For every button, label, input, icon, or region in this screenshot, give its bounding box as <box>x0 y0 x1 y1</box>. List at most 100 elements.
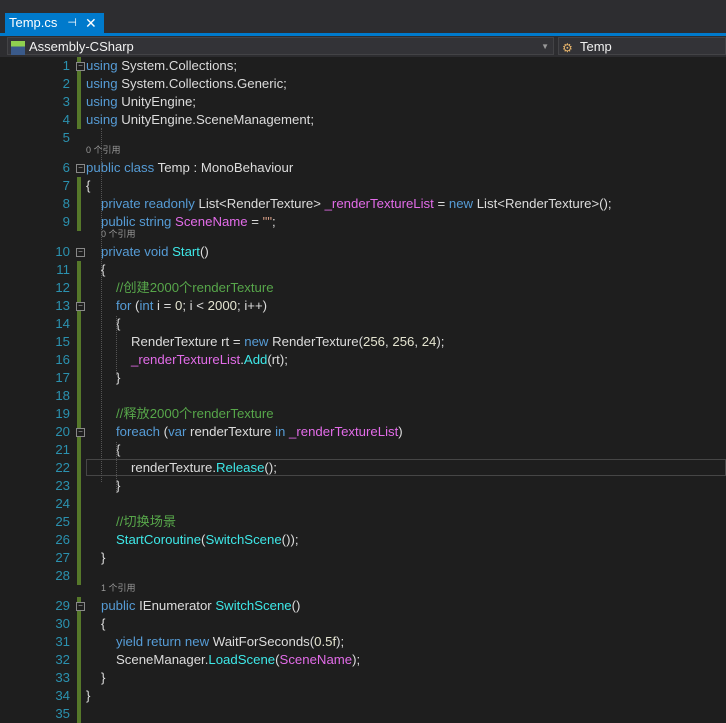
line-number: 3 <box>62 94 70 109</box>
code-token: Temp : MonoBehaviour <box>154 160 294 175</box>
code-line[interactable]: 19 //释放2000个renderTexture <box>0 405 726 423</box>
code-line[interactable]: 1− using System.Collections; <box>0 57 726 75</box>
code-token: using <box>86 76 118 91</box>
code-token: for <box>116 298 132 313</box>
line-number: 17 <box>55 370 70 385</box>
codelens-references[interactable]: 1 个引用 <box>101 582 136 594</box>
line-number: 5 <box>62 130 70 145</box>
tab-strip: Temp.cs ⊣ ✕ <box>0 13 726 33</box>
project-dropdown[interactable]: Assembly-CSharp ▼ <box>7 37 554 55</box>
change-indicator <box>77 549 81 567</box>
code-text: { <box>101 615 105 633</box>
code-line[interactable]: 26 StartCoroutine(SwitchScene()); <box>0 531 726 549</box>
code-token: renderTexture. <box>131 460 217 475</box>
code-token: public string <box>101 214 172 229</box>
line-number: 2 <box>62 76 70 91</box>
code-text: RenderTexture rt = new RenderTexture(256… <box>131 333 444 351</box>
code-token: 24 <box>421 334 437 349</box>
code-line[interactable]: 18 <box>0 387 726 405</box>
line-number: 23 <box>55 478 70 493</box>
code-line[interactable]: 20− foreach (var renderTexture in _render… <box>0 423 726 441</box>
code-line[interactable]: 10− private void Start() <box>0 243 726 261</box>
code-line[interactable]: 12 //创建2000个renderTexture <box>0 279 726 297</box>
code-text: } <box>101 669 105 687</box>
collapse-icon[interactable]: − <box>76 302 85 311</box>
code-line[interactable]: 22 renderTexture.Release(); <box>0 459 726 477</box>
pin-icon[interactable]: ⊣ <box>67 13 77 33</box>
code-line[interactable]: 15 RenderTexture rt = new RenderTexture(2… <box>0 333 726 351</box>
change-indicator <box>77 567 81 585</box>
code-line[interactable]: 11{ <box>0 261 726 279</box>
code-line[interactable]: 4 using UnityEngine.SceneManagement; <box>0 111 726 129</box>
csharp-project-icon <box>11 40 25 55</box>
code-line[interactable]: 34} <box>0 687 726 705</box>
line-number: 27 <box>55 550 70 565</box>
code-token: SceneName <box>175 214 248 229</box>
line-number: 31 <box>55 634 70 649</box>
code-token: SwitchScene <box>205 532 282 547</box>
code-token: ; i < <box>182 298 208 313</box>
line-number: 35 <box>55 706 70 721</box>
change-indicator <box>77 351 81 369</box>
collapse-icon[interactable]: − <box>76 428 85 437</box>
code-line[interactable]: 35 <box>0 705 726 723</box>
code-line[interactable]: 16 _renderTextureList.Add(rt); <box>0 351 726 369</box>
code-line[interactable]: 30 { <box>0 615 726 633</box>
code-token: 256 <box>363 334 386 349</box>
code-text: //创建2000个renderTexture <box>116 279 274 297</box>
code-line[interactable]: 29− public IEnumerator SwitchScene() <box>0 597 726 615</box>
code-line[interactable]: 27} <box>0 549 726 567</box>
code-token: public class <box>86 160 155 175</box>
collapse-icon[interactable]: − <box>76 62 85 71</box>
code-line[interactable]: 23} <box>0 477 726 495</box>
change-indicator <box>77 441 81 459</box>
code-text: StartCoroutine(SwitchScene()); <box>116 531 299 549</box>
code-line[interactable]: 17} <box>0 369 726 387</box>
code-token: { <box>86 178 91 193</box>
code-text: using UnityEngine; <box>86 93 196 111</box>
class-dropdown[interactable]: ⚙ Temp <box>558 37 726 55</box>
code-editor[interactable]: 1− using System.Collections; 2 using System… <box>0 57 726 723</box>
line-number: 30 <box>55 616 70 631</box>
line-number: 10 <box>55 244 70 259</box>
code-token: LoadScene <box>208 652 276 667</box>
code-line[interactable]: 32 SceneManager.LoadScene(SceneName); <box>0 651 726 669</box>
code-line[interactable]: 2 using System.Collections.Generic; <box>0 75 726 93</box>
code-token: renderTexture <box>186 424 276 439</box>
code-token: () <box>199 244 209 259</box>
code-token: //切换场景 <box>116 514 177 529</box>
code-token: public <box>101 598 136 613</box>
code-token: ); <box>352 652 361 667</box>
change-indicator <box>77 495 81 513</box>
code-token: ; i++) <box>237 298 268 313</box>
change-indicator <box>77 261 81 279</box>
line-number: 14 <box>55 316 70 331</box>
collapse-icon[interactable]: − <box>76 164 85 173</box>
code-line[interactable]: 24 <box>0 495 726 513</box>
tab-temp-cs[interactable]: Temp.cs ⊣ ✕ <box>5 13 104 33</box>
code-line[interactable]: 7{ <box>0 177 726 195</box>
change-indicator <box>77 405 81 423</box>
code-line[interactable]: 14{ <box>0 315 726 333</box>
code-text: for (int i = 0; i < 2000; i++) <box>116 297 267 315</box>
code-text: using UnityEngine.SceneManagement; <box>86 111 314 129</box>
code-line[interactable]: 6− public class Temp : MonoBehaviour <box>0 159 726 177</box>
code-line[interactable]: 31 yield return new WaitForSeconds(0.5f); <box>0 633 726 651</box>
code-line[interactable]: 13− for (int i = 0; i < 2000; i++) <box>0 297 726 315</box>
code-line[interactable]: 21{ <box>0 441 726 459</box>
codelens-references[interactable]: 0 个引用 <box>101 228 136 240</box>
code-line[interactable]: 8 private readonly List<RenderTexture> _r… <box>0 195 726 213</box>
codelens-references[interactable]: 0 个引用 <box>86 144 121 156</box>
code-token: private readonly <box>101 196 195 211</box>
code-line[interactable]: 33} <box>0 669 726 687</box>
code-token: private void <box>101 244 169 259</box>
code-token: 256 <box>392 334 415 349</box>
collapse-icon[interactable]: − <box>76 248 85 257</box>
code-line[interactable]: 3 using UnityEngine; <box>0 93 726 111</box>
code-line[interactable]: 25 //切换场景 <box>0 513 726 531</box>
code-token: Release <box>216 460 265 475</box>
line-number: 33 <box>55 670 70 685</box>
line-number: 32 <box>55 652 70 667</box>
collapse-icon[interactable]: − <box>76 602 85 611</box>
close-icon[interactable]: ✕ <box>85 13 97 33</box>
